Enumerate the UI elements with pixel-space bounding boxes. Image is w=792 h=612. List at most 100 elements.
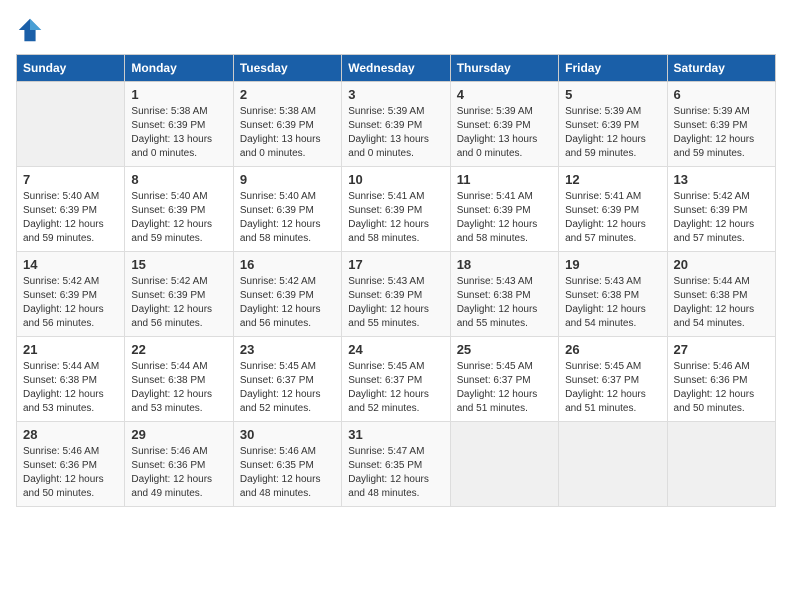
day-of-week-header: Sunday: [17, 55, 125, 82]
calendar-day-cell: 4 Sunrise: 5:39 AM Sunset: 6:39 PM Daylig…: [450, 82, 558, 167]
day-info: Sunrise: 5:45 AM Sunset: 6:37 PM Dayligh…: [565, 360, 660, 416]
day-info: Sunrise: 5:45 AM Sunset: 6:37 PM Dayligh…: [457, 360, 552, 416]
day-number: 28: [23, 427, 118, 442]
calendar-day-cell: 5Sunrise: 5:39 AM Sunset: 6:39 PM Daylig…: [559, 82, 667, 167]
day-number: 4: [457, 87, 552, 102]
day-info: Sunrise: 5:39 AM Sunset: 6:39 PM Dayligh…: [457, 105, 552, 161]
calendar-week-row: 7 Sunrise: 5:40 AM Sunset: 6:39 PM Daylig…: [17, 167, 776, 252]
calendar-day-cell: 28 Sunrise: 5:46 AM Sunset: 6:36 PM Dayli…: [17, 422, 125, 507]
day-number: 31: [348, 427, 443, 442]
day-info: Sunrise: 5:45 AM Sunset: 6:37 PM Dayligh…: [240, 360, 335, 416]
day-info: Sunrise: 5:46 AM Sunset: 6:35 PM Dayligh…: [240, 445, 335, 501]
calendar-week-row: 21 Sunrise: 5:44 AM Sunset: 6:38 PM Dayli…: [17, 337, 776, 422]
logo-icon: [16, 16, 44, 44]
calendar-table: SundayMondayTuesdayWednesdayThursdayFrid…: [16, 54, 776, 507]
calendar-day-cell: 21 Sunrise: 5:44 AM Sunset: 6:38 PM Dayli…: [17, 337, 125, 422]
day-number: 13: [674, 172, 769, 187]
day-info: Sunrise: 5:44 AM Sunset: 6:38 PM Dayligh…: [674, 275, 769, 331]
day-info: Sunrise: 5:39 AM Sunset: 6:39 PM Dayligh…: [348, 105, 443, 161]
calendar-day-cell: 7 Sunrise: 5:40 AM Sunset: 6:39 PM Daylig…: [17, 167, 125, 252]
calendar-day-cell: [667, 422, 775, 507]
day-of-week-header: Monday: [125, 55, 233, 82]
day-number: 25: [457, 342, 552, 357]
calendar-day-cell: 13 Sunrise: 5:42 AM Sunset: 6:39 PM Dayli…: [667, 167, 775, 252]
day-info: Sunrise: 5:41 AM Sunset: 6:39 PM Dayligh…: [457, 190, 552, 246]
day-number: 19: [565, 257, 660, 272]
day-number: 27: [674, 342, 769, 357]
day-info: Sunrise: 5:41 AM Sunset: 6:39 PM Dayligh…: [565, 190, 660, 246]
day-info: Sunrise: 5:40 AM Sunset: 6:39 PM Dayligh…: [131, 190, 226, 246]
calendar-day-cell: 1 Sunrise: 5:38 AM Sunset: 6:39 PM Daylig…: [125, 82, 233, 167]
calendar-day-cell: 3Sunrise: 5:39 AM Sunset: 6:39 PM Daylig…: [342, 82, 450, 167]
day-number: 12: [565, 172, 660, 187]
day-number: 26: [565, 342, 660, 357]
logo: [16, 16, 46, 44]
day-number: 9: [240, 172, 335, 187]
calendar-day-cell: [559, 422, 667, 507]
calendar-day-cell: 20Sunrise: 5:44 AM Sunset: 6:38 PM Dayli…: [667, 252, 775, 337]
calendar-day-cell: 16 Sunrise: 5:42 AM Sunset: 6:39 PM Dayli…: [233, 252, 341, 337]
calendar-day-cell: 24 Sunrise: 5:45 AM Sunset: 6:37 PM Dayli…: [342, 337, 450, 422]
day-number: 29: [131, 427, 226, 442]
day-number: 23: [240, 342, 335, 357]
calendar-day-cell: 23 Sunrise: 5:45 AM Sunset: 6:37 PM Dayli…: [233, 337, 341, 422]
day-info: Sunrise: 5:42 AM Sunset: 6:39 PM Dayligh…: [674, 190, 769, 246]
calendar-day-cell: 12 Sunrise: 5:41 AM Sunset: 6:39 PM Dayli…: [559, 167, 667, 252]
day-number: 21: [23, 342, 118, 357]
calendar-day-cell: 19 Sunrise: 5:43 AM Sunset: 6:38 PM Dayli…: [559, 252, 667, 337]
calendar-day-cell: 15Sunrise: 5:42 AM Sunset: 6:39 PM Dayli…: [125, 252, 233, 337]
day-of-week-header: Thursday: [450, 55, 558, 82]
calendar-day-cell: 18 Sunrise: 5:43 AM Sunset: 6:38 PM Dayli…: [450, 252, 558, 337]
day-info: Sunrise: 5:44 AM Sunset: 6:38 PM Dayligh…: [131, 360, 226, 416]
day-info: Sunrise: 5:42 AM Sunset: 6:39 PM Dayligh…: [240, 275, 335, 331]
calendar-day-cell: 2 Sunrise: 5:38 AM Sunset: 6:39 PM Daylig…: [233, 82, 341, 167]
calendar-day-cell: [450, 422, 558, 507]
day-number: 7: [23, 172, 118, 187]
calendar-week-row: 28 Sunrise: 5:46 AM Sunset: 6:36 PM Dayli…: [17, 422, 776, 507]
day-number: 2: [240, 87, 335, 102]
calendar-day-cell: 9 Sunrise: 5:40 AM Sunset: 6:39 PM Daylig…: [233, 167, 341, 252]
day-number: 1: [131, 87, 226, 102]
day-info: Sunrise: 5:47 AM Sunset: 6:35 PM Dayligh…: [348, 445, 443, 501]
day-number: 30: [240, 427, 335, 442]
day-info: Sunrise: 5:43 AM Sunset: 6:38 PM Dayligh…: [565, 275, 660, 331]
day-of-week-header: Wednesday: [342, 55, 450, 82]
calendar-day-cell: 22Sunrise: 5:44 AM Sunset: 6:38 PM Dayli…: [125, 337, 233, 422]
day-info: Sunrise: 5:41 AM Sunset: 6:39 PM Dayligh…: [348, 190, 443, 246]
calendar-day-cell: 27 Sunrise: 5:46 AM Sunset: 6:36 PM Dayli…: [667, 337, 775, 422]
day-number: 16: [240, 257, 335, 272]
day-info: Sunrise: 5:38 AM Sunset: 6:39 PM Dayligh…: [240, 105, 335, 161]
day-info: Sunrise: 5:40 AM Sunset: 6:39 PM Dayligh…: [240, 190, 335, 246]
day-info: Sunrise: 5:43 AM Sunset: 6:39 PM Dayligh…: [348, 275, 443, 331]
day-number: 11: [457, 172, 552, 187]
calendar-day-cell: 29 Sunrise: 5:46 AM Sunset: 6:36 PM Dayli…: [125, 422, 233, 507]
day-number: 6: [674, 87, 769, 102]
day-number: 24: [348, 342, 443, 357]
calendar-day-cell: 6 Sunrise: 5:39 AM Sunset: 6:39 PM Daylig…: [667, 82, 775, 167]
day-info: Sunrise: 5:43 AM Sunset: 6:38 PM Dayligh…: [457, 275, 552, 331]
calendar-header-row: SundayMondayTuesdayWednesdayThursdayFrid…: [17, 55, 776, 82]
day-info: Sunrise: 5:40 AM Sunset: 6:39 PM Dayligh…: [23, 190, 118, 246]
day-number: 10: [348, 172, 443, 187]
day-info: Sunrise: 5:46 AM Sunset: 6:36 PM Dayligh…: [674, 360, 769, 416]
calendar-day-cell: 10 Sunrise: 5:41 AM Sunset: 6:39 PM Dayli…: [342, 167, 450, 252]
calendar-day-cell: [17, 82, 125, 167]
day-info: Sunrise: 5:46 AM Sunset: 6:36 PM Dayligh…: [23, 445, 118, 501]
calendar-day-cell: 30 Sunrise: 5:46 AM Sunset: 6:35 PM Dayli…: [233, 422, 341, 507]
day-number: 8: [131, 172, 226, 187]
calendar-day-cell: 31 Sunrise: 5:47 AM Sunset: 6:35 PM Dayli…: [342, 422, 450, 507]
day-info: Sunrise: 5:42 AM Sunset: 6:39 PM Dayligh…: [23, 275, 118, 331]
day-info: Sunrise: 5:42 AM Sunset: 6:39 PM Dayligh…: [131, 275, 226, 331]
day-info: Sunrise: 5:38 AM Sunset: 6:39 PM Dayligh…: [131, 105, 226, 161]
day-of-week-header: Saturday: [667, 55, 775, 82]
day-info: Sunrise: 5:44 AM Sunset: 6:38 PM Dayligh…: [23, 360, 118, 416]
day-of-week-header: Tuesday: [233, 55, 341, 82]
calendar-day-cell: 14Sunrise: 5:42 AM Sunset: 6:39 PM Dayli…: [17, 252, 125, 337]
day-info: Sunrise: 5:46 AM Sunset: 6:36 PM Dayligh…: [131, 445, 226, 501]
day-info: Sunrise: 5:39 AM Sunset: 6:39 PM Dayligh…: [565, 105, 660, 161]
day-number: 18: [457, 257, 552, 272]
day-info: Sunrise: 5:45 AM Sunset: 6:37 PM Dayligh…: [348, 360, 443, 416]
day-info: Sunrise: 5:39 AM Sunset: 6:39 PM Dayligh…: [674, 105, 769, 161]
calendar-week-row: 1 Sunrise: 5:38 AM Sunset: 6:39 PM Daylig…: [17, 82, 776, 167]
day-of-week-header: Friday: [559, 55, 667, 82]
